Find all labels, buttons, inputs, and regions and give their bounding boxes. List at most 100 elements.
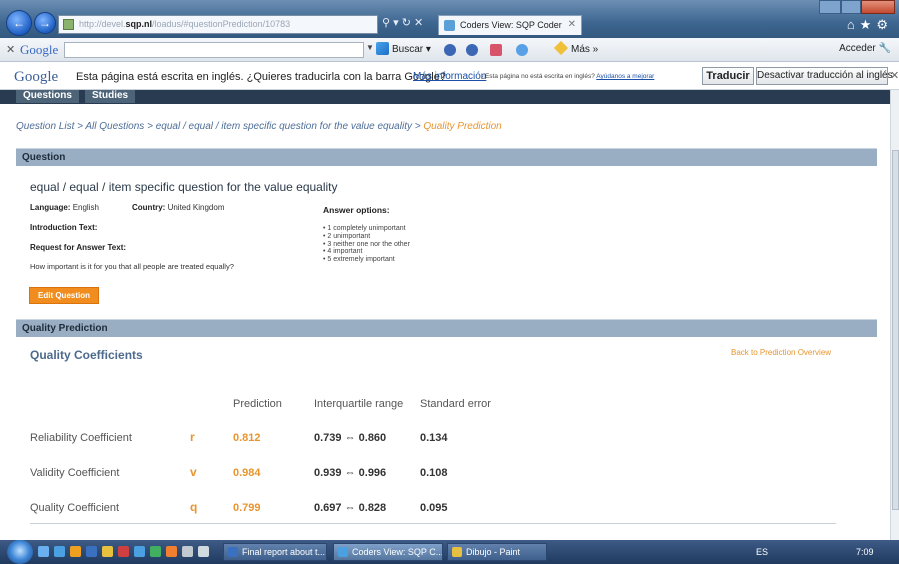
row-label-reliability: Reliability Coefficient (30, 432, 132, 444)
toolbar-tools[interactable] (444, 44, 544, 56)
row-se-quality: 0.095 (420, 502, 448, 514)
quick-launch-icon[interactable] (54, 546, 65, 557)
toolbar-tool-icon[interactable] (444, 44, 456, 56)
quick-launch-icon[interactable] (38, 546, 49, 557)
answer-options-label: Answer options: (323, 205, 390, 215)
quick-launch-icon[interactable] (182, 546, 193, 557)
browser-tab[interactable]: Coders View: SQP Coder ✕ (438, 15, 582, 35)
url-prefix: http://devel. (79, 19, 126, 29)
google-search-input[interactable] (64, 42, 364, 58)
mas-label: Más » (571, 44, 599, 55)
divider (30, 523, 836, 524)
quick-launch-icon[interactable] (198, 546, 209, 557)
answer-option: 3 neither one nor the other (323, 241, 410, 249)
tab-title: Coders View: SQP Coder (460, 20, 562, 30)
scrollbar-thumb[interactable] (892, 150, 899, 510)
home-favorites-tools-icons[interactable]: ⌂★⚙ (847, 17, 893, 33)
toolbar-tool-icon[interactable] (466, 44, 478, 56)
row-symbol-quality: q (190, 500, 198, 514)
toolbar-close-icon[interactable]: ✕ (6, 43, 15, 56)
browser-icon (338, 547, 348, 557)
taskbar-item-label: Coders View: SQP C... (352, 547, 443, 557)
row-prediction-reliability: 0.812 (233, 432, 261, 444)
buscar-label: Buscar (392, 44, 424, 55)
breadcrumb[interactable]: Question List > All Questions > equal / … (16, 121, 502, 132)
toolbar-tool-icon[interactable] (516, 44, 528, 56)
address-tools[interactable]: ⚲ ▾ ↻ ✕ (382, 16, 430, 33)
clock[interactable]: 7:09 (856, 547, 874, 557)
site-favicon-icon (63, 19, 74, 30)
quick-launch-icon[interactable] (166, 546, 177, 557)
quick-launch-icon[interactable] (118, 546, 129, 557)
google-toolbar: ✕ Google ▼ Buscar ▾ Más » Acceder 🔧 (0, 38, 899, 62)
buscar-button[interactable]: Buscar ▾ (376, 42, 431, 55)
taskbar-item[interactable]: Dibujo - Paint (447, 543, 547, 561)
acceder-label: Acceder (839, 43, 876, 54)
back-to-overview-link[interactable]: Back to Prediction Overview (731, 348, 831, 357)
row-symbol-validity: v (190, 465, 197, 479)
translate-google-logo: Google (14, 69, 59, 85)
forward-button[interactable]: → (34, 12, 56, 34)
more-info-link[interactable]: Más información (413, 71, 486, 82)
row-se-validity: 0.108 (420, 467, 448, 479)
language-field: Language: English (30, 203, 99, 212)
row-prediction-validity: 0.984 (233, 467, 261, 479)
quick-launch-icons[interactable] (38, 546, 218, 558)
row-symbol-reliability: r (190, 430, 195, 444)
disable-translation-button[interactable]: Desactivar traducción al inglés (756, 67, 893, 85)
answer-options-list: 1 completely unimportant 2 unimportant 3… (323, 225, 410, 264)
window-controls (819, 0, 895, 14)
language-indicator[interactable]: ES (756, 547, 768, 557)
start-button[interactable] (7, 540, 33, 564)
maximize-button[interactable] (841, 0, 861, 14)
answer-option: 1 completely unimportant (323, 225, 410, 233)
paint-icon (452, 547, 462, 557)
country-label: Country: (132, 203, 166, 212)
quick-launch-icon[interactable] (70, 546, 81, 557)
language-value: English (72, 203, 99, 212)
edit-question-button[interactable]: Edit Question (29, 287, 99, 304)
question-section-header: Question (16, 148, 877, 166)
address-bar[interactable]: http://devel.sqp.nl/loadus/#questionPred… (58, 15, 378, 34)
translate-small-text: ¿Esta página no está escrita en inglés? (481, 73, 595, 80)
url-text: http://devel.sqp.nl/loadus/#questionPred… (79, 19, 290, 29)
tab-close-icon[interactable]: ✕ (568, 19, 576, 30)
tab-favicon-icon (444, 20, 455, 31)
buscar-icon (376, 42, 389, 55)
answer-option: 2 unimportant (323, 233, 410, 241)
search-dropdown-icon[interactable]: ▼ (366, 43, 374, 52)
column-header-standard-error: Standard error (420, 398, 491, 410)
country-field: Country: United Kingdom (132, 203, 224, 212)
toolbar-tool-icon[interactable] (490, 44, 502, 56)
google-toolbar-logo: Google (20, 42, 59, 57)
help-improve-link[interactable]: Ayúdanos a mejorar (596, 73, 654, 80)
quick-launch-icon[interactable] (150, 546, 161, 557)
introduction-label: Introduction Text: (30, 223, 98, 232)
row-iqr-quality: 0.697 ⇔ 0.828 (314, 502, 387, 514)
tab-studies[interactable]: Studies (85, 90, 136, 103)
translate-close-icon[interactable]: ✕ (890, 69, 899, 82)
acceder-button[interactable]: Acceder 🔧 (839, 43, 891, 54)
minimize-button[interactable] (819, 0, 841, 14)
column-header-prediction: Prediction (233, 398, 282, 410)
breadcrumb-current: Quality Prediction (423, 121, 502, 132)
column-header-iqr: Interquartile range (314, 398, 404, 410)
tray-icons[interactable] (772, 546, 852, 557)
quick-launch-icon[interactable] (134, 546, 145, 557)
close-window-button[interactable] (861, 0, 895, 14)
page-scrollbar[interactable] (890, 90, 899, 540)
quick-launch-icon[interactable] (102, 546, 113, 557)
translate-button[interactable]: Traducir (702, 67, 754, 85)
quick-launch-icon[interactable] (86, 546, 97, 557)
taskbar-item[interactable]: Final report about t... (223, 543, 327, 561)
back-button[interactable]: ← (6, 10, 32, 36)
translate-bar: Google Esta página está escrita en inglé… (0, 63, 899, 90)
taskbar-item-active[interactable]: Coders View: SQP C... (333, 543, 443, 561)
tab-questions[interactable]: Questions (16, 90, 79, 103)
url-host: sqp.nl (125, 19, 153, 29)
mas-button[interactable]: Más » (553, 40, 599, 56)
breadcrumb-path[interactable]: Question List > All Questions > equal / … (16, 121, 423, 132)
quality-coefficients-title: Quality Coefficients (30, 348, 143, 362)
country-value: United Kingdom (167, 203, 225, 212)
question-title: equal / equal / item specific question f… (30, 180, 338, 194)
